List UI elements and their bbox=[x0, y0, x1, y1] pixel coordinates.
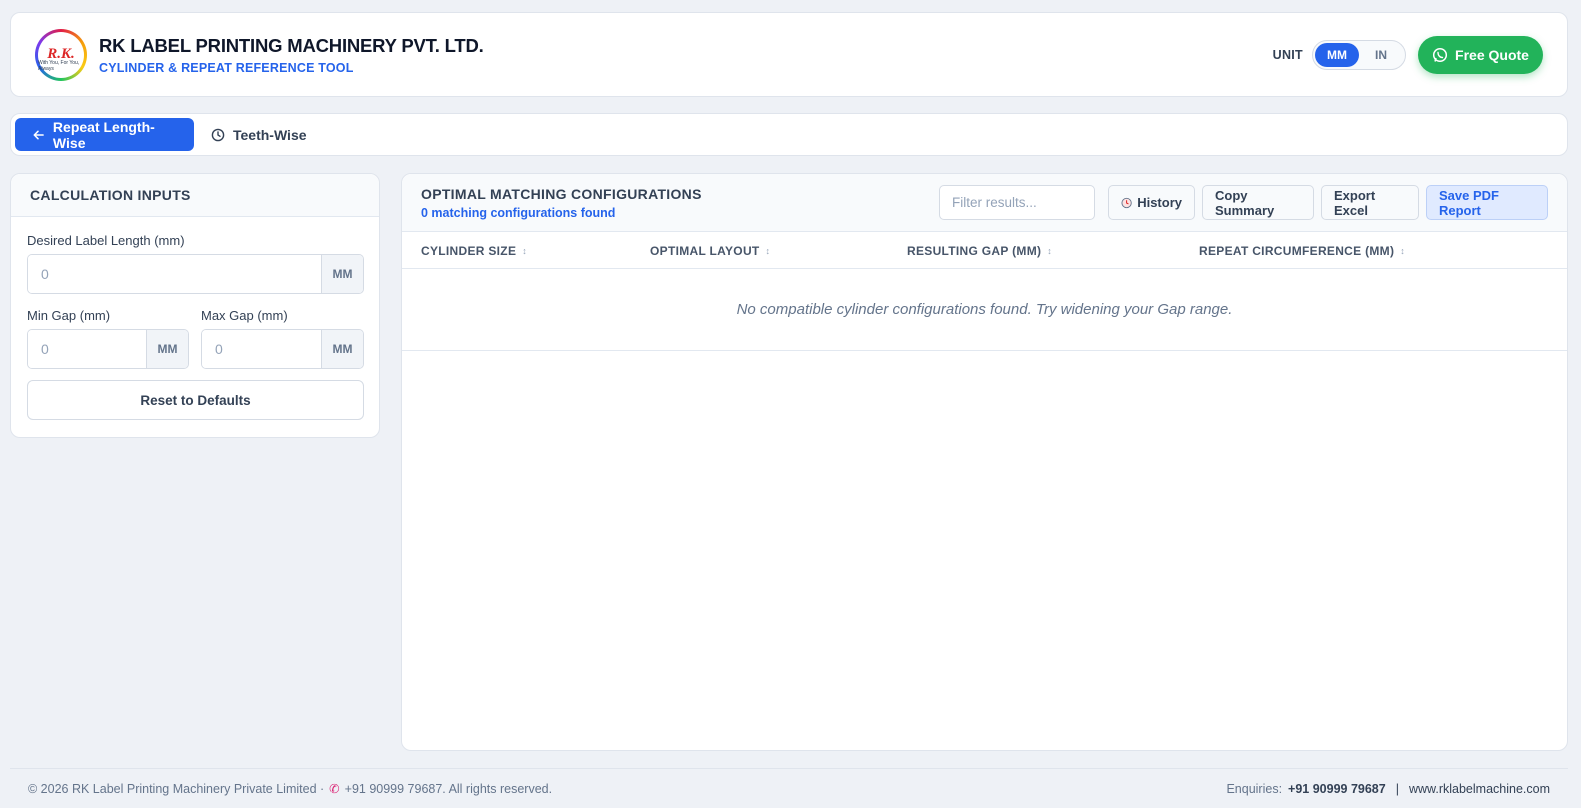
company-name: RK LABEL PRINTING MACHINERY PVT. LTD. bbox=[99, 34, 484, 56]
unit-option-in[interactable]: IN bbox=[1359, 43, 1403, 67]
enquiries-phone-link[interactable]: +91 90999 79687 bbox=[1288, 782, 1386, 796]
tab-teeth-wise[interactable]: Teeth-Wise bbox=[194, 118, 324, 151]
logo-tagline: With You, For You, Always bbox=[38, 59, 80, 72]
clock-icon bbox=[211, 128, 225, 141]
max-gap-label: Max Gap (mm) bbox=[201, 308, 288, 323]
max-gap-input-group: MM bbox=[201, 329, 364, 369]
min-gap-input-group: MM bbox=[27, 329, 189, 369]
column-repeat-circumference-label: REPEAT CIRCUMFERENCE (MM) bbox=[1199, 243, 1395, 258]
results-title: OPTIMAL MATCHING CONFIGURATIONS bbox=[421, 185, 702, 202]
free-quote-label: Free Quote bbox=[1455, 46, 1529, 63]
history-icon bbox=[1121, 197, 1132, 208]
label-length-unit: MM bbox=[321, 255, 363, 293]
sort-icon: ↕ bbox=[522, 245, 528, 256]
app-subtitle: CYLINDER & REPEAT REFERENCE TOOL bbox=[99, 60, 354, 75]
unit-option-mm[interactable]: MM bbox=[1315, 42, 1359, 67]
empty-results-message: No compatible cylinder configurations fo… bbox=[402, 269, 1567, 351]
company-logo: R.K. With You, For You, Always bbox=[35, 29, 87, 81]
app-header: R.K. With You, For You, Always RK LABEL … bbox=[10, 12, 1568, 97]
tab-repeat-length-wise[interactable]: Repeat Length-Wise bbox=[15, 118, 194, 151]
column-cylinder-size-label: CYLINDER SIZE bbox=[421, 243, 517, 258]
label-length-label: Desired Label Length (mm) bbox=[27, 233, 185, 248]
results-count: 0 matching configurations found bbox=[421, 205, 616, 220]
min-gap-unit: MM bbox=[146, 330, 188, 368]
results-header: OPTIMAL MATCHING CONFIGURATIONS 0 matchi… bbox=[402, 174, 1567, 232]
min-gap-input[interactable] bbox=[28, 330, 146, 368]
save-pdf-report-button[interactable]: Save PDF Report bbox=[1426, 185, 1548, 220]
page-footer: © 2026 RK Label Printing Machinery Priva… bbox=[10, 768, 1568, 808]
sort-icon: ↕ bbox=[1400, 245, 1406, 256]
sort-icon: ↕ bbox=[765, 245, 771, 256]
column-repeat-circumference[interactable]: REPEAT CIRCUMFERENCE (MM) ↕ bbox=[1199, 232, 1405, 269]
footer-copyright-phone: +91 90999 79687. All rights reserved. bbox=[344, 781, 553, 796]
tab-repeat-length-wise-label: Repeat Length-Wise bbox=[52, 118, 155, 151]
filter-results-input[interactable] bbox=[939, 185, 1095, 220]
unit-label: UNIT bbox=[1272, 47, 1303, 62]
history-label: History bbox=[1137, 195, 1182, 210]
results-panel: OPTIMAL MATCHING CONFIGURATIONS 0 matchi… bbox=[401, 173, 1568, 751]
reset-defaults-button[interactable]: Reset to Defaults bbox=[27, 380, 364, 420]
max-gap-unit: MM bbox=[321, 330, 363, 368]
website-link[interactable]: www.rklabelmachine.com bbox=[1409, 782, 1550, 796]
footer-copyright: © 2026 RK Label Printing Machinery Priva… bbox=[28, 781, 325, 796]
results-title-block: OPTIMAL MATCHING CONFIGURATIONS 0 matchi… bbox=[421, 186, 702, 220]
copy-summary-button[interactable]: Copy Summary bbox=[1202, 185, 1314, 220]
max-gap-input[interactable] bbox=[202, 330, 321, 368]
calculation-inputs-title: CALCULATION INPUTS bbox=[11, 174, 379, 217]
footer-separator: | bbox=[1395, 781, 1399, 796]
sort-icon: ↕ bbox=[1047, 245, 1053, 256]
column-cylinder-size[interactable]: CYLINDER SIZE ↕ bbox=[421, 232, 527, 269]
label-length-input[interactable] bbox=[28, 255, 321, 293]
column-resulting-gap-label: RESULTING GAP (MM) bbox=[907, 243, 1042, 258]
min-gap-label: Min Gap (mm) bbox=[27, 308, 111, 323]
phone-icon: ✆ bbox=[329, 782, 340, 796]
footer-contact: Enquiries: +91 90999 79687 | www.rklabel… bbox=[1226, 782, 1550, 796]
unit-toggle[interactable]: MM IN bbox=[1312, 39, 1406, 70]
label-length-field: Desired Label Length (mm) MM bbox=[27, 233, 364, 294]
whatsapp-icon bbox=[1432, 47, 1448, 62]
results-table-header: CYLINDER SIZE ↕ OPTIMAL LAYOUT ↕ RESULTI… bbox=[402, 232, 1567, 269]
header-actions: UNIT MM IN Free Quote bbox=[1272, 35, 1543, 74]
calculation-inputs-panel: CALCULATION INPUTS Desired Label Length … bbox=[10, 173, 380, 438]
max-gap-field: Max Gap (mm) MM bbox=[201, 308, 364, 369]
column-resulting-gap[interactable]: RESULTING GAP (MM) ↕ bbox=[907, 232, 1052, 269]
tab-teeth-wise-label: Teeth-Wise bbox=[233, 126, 307, 143]
min-gap-field: Min Gap (mm) MM bbox=[27, 308, 189, 369]
arrow-left-icon bbox=[33, 130, 44, 139]
label-length-input-group: MM bbox=[27, 254, 364, 294]
results-actions: History Copy Summary Export Excel Save P… bbox=[939, 185, 1548, 220]
mode-tabs: Repeat Length-Wise Teeth-Wise bbox=[10, 113, 1568, 156]
column-optimal-layout-label: OPTIMAL LAYOUT bbox=[650, 243, 760, 258]
enquiries-label: Enquiries: bbox=[1226, 781, 1283, 796]
history-button[interactable]: History bbox=[1108, 185, 1195, 220]
brand-block: RK LABEL PRINTING MACHINERY PVT. LTD. CY… bbox=[99, 35, 484, 75]
free-quote-button[interactable]: Free Quote bbox=[1418, 35, 1543, 74]
column-optimal-layout[interactable]: OPTIMAL LAYOUT ↕ bbox=[650, 232, 770, 269]
export-excel-button[interactable]: Export Excel bbox=[1321, 185, 1419, 220]
